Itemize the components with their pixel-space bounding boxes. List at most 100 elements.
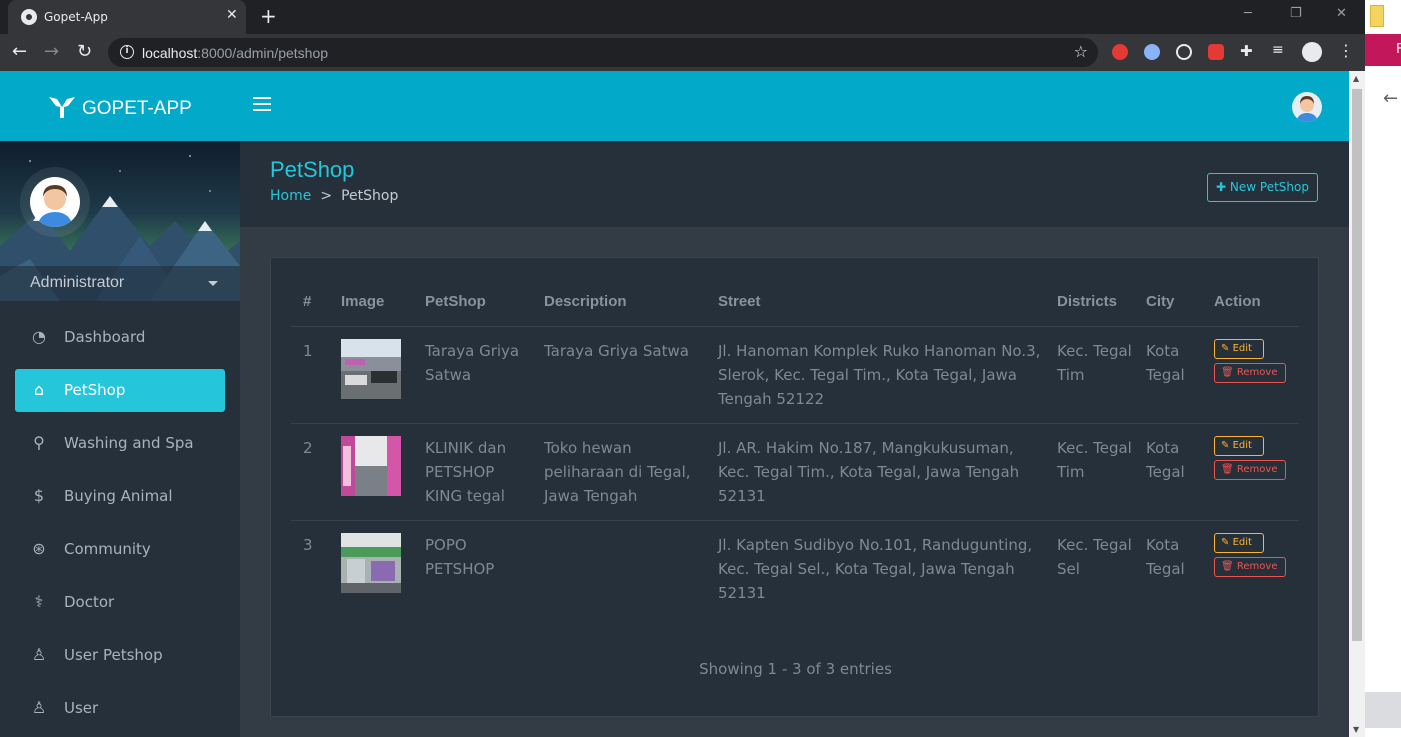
url-text[interactable]: localhost:8000/admin/petshop bbox=[142, 45, 328, 61]
app-logo[interactable]: GOPET-APP bbox=[48, 95, 192, 120]
sidebar-item-user-petshop[interactable]: ♙ User Petshop bbox=[15, 634, 225, 677]
sidebar-item-label: User Petshop bbox=[64, 646, 163, 664]
row-district: Kec. Tegal Tim bbox=[1045, 326, 1134, 424]
logo-text: GOPET-APP bbox=[82, 98, 192, 119]
close-window-icon[interactable]: ✕ bbox=[1336, 6, 1347, 21]
column-header[interactable]: Districts bbox=[1045, 278, 1134, 327]
table-row: 3 POPO PETSHOP Jl. Kapten Sudibyo No.101… bbox=[291, 520, 1299, 617]
row-petshop-name: Taraya Griya Satwa bbox=[413, 326, 532, 424]
trash-icon: 🗑 bbox=[1221, 463, 1234, 475]
petshop-table: # Image PetShop Description Street Distr… bbox=[291, 278, 1299, 617]
extension-icon[interactable] bbox=[1112, 44, 1128, 60]
profile-avatar-icon[interactable] bbox=[1302, 42, 1322, 62]
info-icon[interactable]: i bbox=[120, 45, 134, 59]
row-city: Kota Tegal bbox=[1134, 326, 1202, 424]
scrollbar-thumb[interactable] bbox=[1352, 89, 1362, 641]
sidebar-item-label: Buying Animal bbox=[64, 487, 173, 505]
sidebar-item-user[interactable]: ♙ User bbox=[15, 687, 225, 730]
page-header: PetShop Home > PetShop ✚ New PetShop bbox=[240, 141, 1349, 227]
row-petshop-name: KLINIK dan PETSHOP KING tegal bbox=[413, 423, 532, 521]
puzzle-icon[interactable]: ✚ bbox=[1240, 42, 1256, 60]
new-petshop-label: New PetShop bbox=[1229, 180, 1309, 194]
minimize-icon[interactable]: ─ bbox=[1244, 6, 1252, 21]
edit-button[interactable]: ✎ Edit bbox=[1214, 532, 1264, 553]
back-icon[interactable]: ← bbox=[12, 41, 27, 62]
row-description bbox=[532, 520, 706, 617]
remove-button[interactable]: 🗑 Remove bbox=[1214, 362, 1286, 383]
sidebar-item-label: User bbox=[64, 699, 99, 717]
new-petshop-button[interactable]: ✚ New PetShop bbox=[1207, 173, 1318, 202]
tab-close-icon[interactable]: ✕ bbox=[226, 7, 238, 23]
remove-button[interactable]: 🗑 Remove bbox=[1214, 556, 1286, 577]
column-header[interactable]: Description bbox=[532, 278, 706, 327]
remove-label: Remove bbox=[1236, 366, 1278, 378]
adjacent-header: F bbox=[1365, 34, 1401, 66]
tab-title: Gopet-App bbox=[44, 10, 108, 24]
address-bar[interactable]: i localhost:8000/admin/petshop ☆ bbox=[108, 38, 1098, 67]
column-header[interactable]: City bbox=[1134, 278, 1202, 327]
media-queue-icon[interactable]: ≡ bbox=[1272, 42, 1288, 58]
page-scrollbar[interactable]: ▲ ▼ bbox=[1349, 71, 1365, 737]
new-tab-button[interactable]: + bbox=[260, 4, 277, 28]
maximize-icon[interactable]: ❐ bbox=[1290, 6, 1302, 21]
bookmark-star-icon[interactable]: ☆ bbox=[1074, 42, 1088, 61]
browser-tab-bar: Gopet-App ✕ + ─ ❐ ✕ bbox=[0, 0, 1365, 34]
sidebar-item-community[interactable]: ⊛ Community bbox=[15, 528, 225, 571]
sidebar-item-petshop[interactable]: ⌂ PetShop bbox=[15, 369, 225, 412]
caret-down-icon bbox=[208, 281, 218, 286]
pagination-info: Showing 1 - 3 of 3 entries bbox=[699, 660, 892, 678]
breadcrumb-separator-icon: > bbox=[320, 188, 333, 204]
sidebar-item-washing-and-spa[interactable]: ⚲ Washing and Spa bbox=[15, 422, 225, 465]
row-street: Jl. Hanoman Komplek Ruko Hanoman No.3, S… bbox=[706, 326, 1045, 424]
sidebar-item-dashboard[interactable]: ◔ Dashboard bbox=[15, 316, 225, 359]
extension-icon[interactable] bbox=[1208, 44, 1224, 60]
reload-icon[interactable]: ↻ bbox=[77, 41, 92, 62]
column-header[interactable]: Image bbox=[329, 278, 413, 327]
home-icon: ⌂ bbox=[33, 380, 45, 399]
sidebar-item-label: PetShop bbox=[64, 381, 126, 399]
profile-name-dropdown[interactable]: Administrator bbox=[0, 266, 240, 301]
petshop-thumbnail[interactable] bbox=[341, 338, 401, 399]
column-header[interactable]: Street bbox=[706, 278, 1045, 327]
row-number: 2 bbox=[291, 423, 329, 521]
edit-button[interactable]: ✎ Edit bbox=[1214, 435, 1264, 456]
community-icon: ⊛ bbox=[32, 539, 46, 558]
globe-icon bbox=[21, 9, 37, 25]
table-header-row: # Image PetShop Description Street Distr… bbox=[291, 278, 1299, 327]
edit-button[interactable]: ✎ Edit bbox=[1214, 338, 1264, 359]
logo-icon bbox=[49, 97, 75, 118]
row-number: 1 bbox=[291, 326, 329, 424]
petshop-thumbnail[interactable] bbox=[341, 532, 401, 593]
breadcrumb-current: PetShop bbox=[341, 188, 399, 204]
remove-label: Remove bbox=[1236, 560, 1278, 572]
forward-icon[interactable]: → bbox=[44, 41, 59, 62]
column-header[interactable]: # bbox=[291, 278, 329, 327]
profile-avatar[interactable] bbox=[30, 177, 80, 227]
edit-label: Edit bbox=[1232, 536, 1252, 548]
scroll-up-icon[interactable]: ▲ bbox=[1353, 74, 1359, 83]
hamburger-menu-icon[interactable] bbox=[253, 97, 271, 111]
adjacent-window: F ← bbox=[1365, 0, 1401, 737]
extension-icon[interactable] bbox=[1144, 44, 1160, 60]
breadcrumb-home-link[interactable]: Home bbox=[270, 188, 311, 204]
sidebar-item-buying-animal[interactable]: $ Buying Animal bbox=[15, 475, 225, 518]
main-content: PetShop Home > PetShop ✚ New PetShop # Ima… bbox=[240, 141, 1349, 737]
scroll-down-icon[interactable]: ▼ bbox=[1353, 725, 1359, 734]
column-header[interactable]: Action bbox=[1202, 278, 1299, 327]
row-city: Kota Tegal bbox=[1146, 535, 1185, 578]
user-avatar[interactable] bbox=[1292, 92, 1322, 122]
browser-tab[interactable]: Gopet-App ✕ bbox=[8, 0, 246, 34]
doctor-icon: ⚕ bbox=[34, 592, 44, 611]
remove-button[interactable]: 🗑 Remove bbox=[1214, 459, 1286, 480]
user-icon: ♙ bbox=[31, 698, 47, 717]
table-row: 1 Taraya Griya Satwa Taraya Griya Satwa … bbox=[291, 326, 1299, 424]
column-header[interactable]: PetShop bbox=[413, 278, 532, 327]
menu-dots-icon[interactable]: ⋮ bbox=[1338, 41, 1354, 60]
sidebar-item-label: Community bbox=[64, 540, 151, 558]
extension-icon[interactable] bbox=[1176, 44, 1192, 60]
petshop-thumbnail[interactable] bbox=[341, 435, 401, 496]
profile-name: Administrator bbox=[30, 274, 125, 291]
row-actions: ✎ Edit 🗑 Remove bbox=[1202, 520, 1299, 617]
sidebar-item-doctor[interactable]: ⚕ Doctor bbox=[15, 581, 225, 624]
shower-icon: ⚲ bbox=[33, 433, 45, 452]
